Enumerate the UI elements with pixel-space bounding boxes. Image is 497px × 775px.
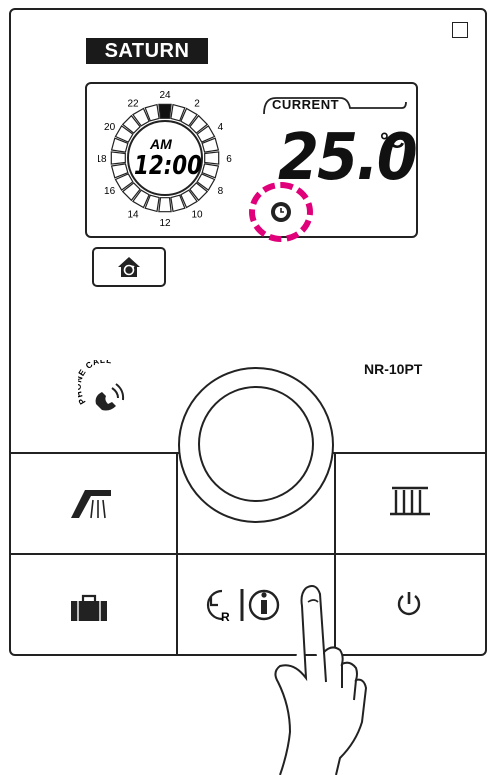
clock-hour-label: 4 [218, 122, 224, 133]
suitcase-icon [71, 594, 107, 621]
home-icon [118, 257, 140, 277]
clock-segment [158, 197, 172, 213]
radiator-icon [390, 486, 430, 516]
corner-checkbox[interactable] [452, 22, 468, 38]
clock-hour-label: 2 [194, 99, 200, 110]
control-knob-center[interactable] [198, 386, 314, 502]
clock-hour-label: 24 [159, 90, 171, 101]
temperature-unit: °C [380, 128, 405, 153]
current-label: CURRENT [272, 97, 340, 112]
clock-hour-label: 6 [226, 154, 232, 165]
clock-dial: 24246810121416182022 AM 12:00 [98, 90, 232, 229]
clock-hour-label: 10 [191, 209, 203, 220]
pointing-hand-illustration [274, 585, 368, 775]
phone-call-icon: PHONE CALL [78, 360, 125, 411]
reset-letter: R [221, 610, 230, 624]
clock-hour-label: 16 [104, 186, 116, 197]
clock-hour-label: 20 [104, 122, 116, 133]
phone-call-label: PHONE CALL [78, 360, 112, 406]
clock-segment [158, 103, 172, 119]
model-number: NR-10PT [364, 361, 423, 377]
timer-icon [271, 202, 291, 222]
clock-time: 12:00 [134, 151, 202, 181]
clock-hour-label: 14 [127, 209, 139, 220]
power-icon [397, 592, 421, 616]
heating-button[interactable] [336, 454, 487, 553]
clock-hour-label: 22 [127, 99, 139, 110]
home-mode-button[interactable] [92, 247, 166, 287]
clock-hour-label: 12 [159, 218, 171, 229]
brand-logo: SATURN [86, 38, 208, 64]
clock-segment [204, 151, 220, 165]
away-button[interactable] [11, 555, 176, 656]
shower-icon [71, 490, 111, 519]
shower-button[interactable] [11, 454, 176, 553]
clock-period: AM [149, 136, 172, 152]
clock-segment [110, 151, 126, 165]
svg-text:PHONE CALL: PHONE CALL [78, 360, 113, 406]
clock-hour-label: 8 [218, 186, 224, 197]
clock-hour-label: 18 [98, 154, 107, 165]
